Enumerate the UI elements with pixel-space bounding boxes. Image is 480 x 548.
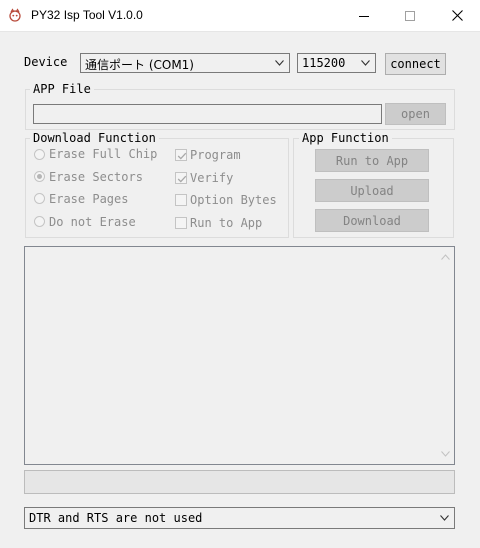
verify-checkbox[interactable] [175,172,187,184]
progress-bar [24,470,455,494]
app-function-group-title: App Function [299,131,392,145]
run-to-app-button[interactable]: Run to App [315,149,429,172]
download-button[interactable]: Download [315,209,429,232]
erase-pages-label: Erase Pages [49,192,129,206]
maximize-icon [405,10,415,21]
do-not-erase-label: Do not Erase [49,215,136,229]
close-icon [451,10,463,21]
program-label: Program [190,148,241,162]
upload-button[interactable]: Upload [315,179,429,202]
erase-sectors-radio[interactable] [34,171,45,182]
chevron-down-icon [361,60,370,66]
chevron-down-icon [275,60,284,66]
maximize-button[interactable] [387,0,433,31]
download-button-label: Download [343,213,401,228]
erase-sectors-label: Erase Sectors [49,170,143,184]
minimize-icon [359,15,369,17]
option-bytes-label: Option Bytes [190,193,277,207]
title-bar[interactable]: PY32 Isp Tool V1.0.0 [0,0,480,32]
log-scrollbar[interactable] [437,247,454,464]
device-label: Device [24,55,68,69]
run-to-app-button-label: Run to App [335,153,409,168]
checkmark-icon [177,152,187,160]
open-button-label: open [401,107,430,121]
erase-full-chip-label: Erase Full Chip [49,147,158,161]
port-select[interactable]: 通信ポート (COM1) [80,53,290,73]
scroll-up-icon[interactable] [441,254,450,260]
scroll-down-icon[interactable] [441,451,450,457]
erase-full-chip-radio[interactable] [34,149,45,160]
close-button[interactable] [434,0,480,31]
port-select-value: 通信ポート (COM1) [85,58,194,72]
upload-button-label: Upload [350,183,394,198]
download-function-group-title: Download Function [30,131,159,145]
do-not-erase-radio[interactable] [34,216,45,227]
baud-select[interactable]: 115200 [297,53,376,73]
app-icon [9,8,21,22]
checkmark-icon [177,175,187,183]
option-bytes-checkbox[interactable] [175,194,187,206]
baud-select-value: 115200 [302,56,346,70]
serial-mode-value: DTR and RTS are not used [29,511,203,525]
erase-pages-radio[interactable] [34,193,45,204]
minimize-button[interactable] [341,0,387,31]
run-to-app-label: Run to App [190,216,263,230]
run-to-app-checkbox[interactable] [175,217,187,229]
connect-button-label: connect [390,57,441,71]
verify-label: Verify [190,171,234,185]
app-file-group-title: APP File [30,82,94,96]
connect-button[interactable]: connect [385,53,446,75]
chevron-down-icon [440,515,449,521]
app-file-path-input[interactable] [33,104,382,124]
program-checkbox[interactable] [175,149,187,161]
window-title: PY32 Isp Tool V1.0.0 [31,8,143,22]
log-output[interactable] [24,246,455,465]
open-button[interactable]: open [385,103,446,125]
serial-mode-select[interactable]: DTR and RTS are not used [24,507,455,529]
